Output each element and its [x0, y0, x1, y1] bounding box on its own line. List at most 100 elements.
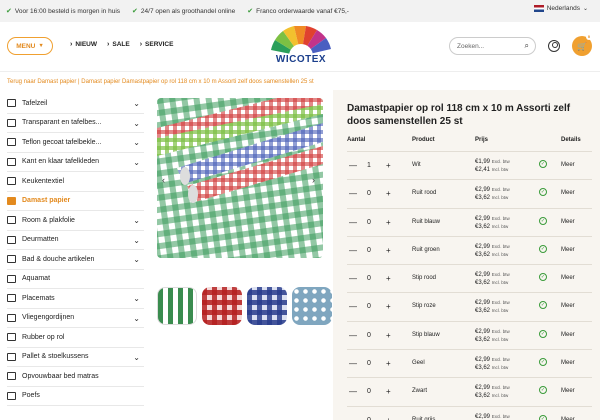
- variant-table: —1 + Wit €1,99 Excl. btw €2,41 Incl. btw ✓ Mee…: [347, 151, 592, 420]
- breadcrumb-path[interactable]: Damast papier Damastpapier op rol 118 cm…: [81, 79, 313, 85]
- decrease-button[interactable]: —: [349, 246, 357, 254]
- increase-button[interactable]: +: [386, 274, 391, 283]
- search-placeholder: Zoeken...: [457, 42, 485, 50]
- details-link[interactable]: Meer: [561, 190, 575, 196]
- sidebar-item-label: Aquamat: [22, 275, 51, 283]
- decrease-button[interactable]: —: [349, 218, 357, 226]
- search-input[interactable]: Zoeken... ⌕: [449, 37, 536, 55]
- nav-label: SALE: [112, 41, 130, 48]
- sidebar-item[interactable]: Kant en klaar tafelkleden ⌄: [7, 153, 144, 172]
- decrease-button[interactable]: —: [349, 331, 357, 339]
- search-icon[interactable]: ⌕: [525, 41, 529, 51]
- details-link[interactable]: Meer: [561, 219, 575, 225]
- sidebar-item[interactable]: Tafelzeil ⌄: [7, 94, 144, 114]
- breadcrumb-back-link[interactable]: Terug naar Damast papier: [7, 79, 76, 85]
- sidebar-item[interactable]: Aquamat: [7, 270, 144, 289]
- details-link[interactable]: Meer: [561, 162, 575, 168]
- increase-button[interactable]: +: [386, 359, 391, 368]
- sidebar-item-label: Kant en klaar tafelkleden: [22, 158, 100, 166]
- column-header-price: Prijs: [475, 137, 489, 143]
- details-link[interactable]: Meer: [561, 360, 575, 366]
- price-excl: €2,99: [475, 187, 491, 194]
- sidebar-item[interactable]: Deurmatten ⌄: [7, 231, 144, 250]
- quantity-value[interactable]: 0: [367, 190, 371, 197]
- quantity-value[interactable]: 0: [367, 388, 371, 395]
- chevron-right-icon[interactable]: ›: [312, 175, 315, 185]
- category-icon: [7, 274, 16, 283]
- quantity-value[interactable]: 0: [367, 247, 371, 254]
- thumbnail[interactable]: [247, 287, 287, 325]
- decrease-button[interactable]: —: [349, 303, 357, 311]
- sidebar-item[interactable]: Rubber op rol: [7, 328, 144, 348]
- quantity-value[interactable]: 1: [367, 162, 371, 169]
- chevron-down-icon[interactable]: ⌄: [133, 138, 140, 147]
- variant-price: €2,99 Excl. btw€3,62 Incl. btw: [475, 215, 510, 231]
- decrease-button[interactable]: —: [349, 388, 357, 396]
- sidebar-item[interactable]: Room & plakfolie ⌄: [7, 211, 144, 231]
- variant-name: Zwart: [412, 388, 427, 395]
- chevron-down-icon[interactable]: ⌄: [133, 353, 140, 362]
- quantity-value[interactable]: 0: [367, 303, 371, 310]
- increase-button[interactable]: +: [386, 161, 391, 170]
- chevron-down-icon[interactable]: ⌄: [133, 236, 140, 245]
- quantity-value[interactable]: 0: [367, 360, 371, 367]
- sidebar-item[interactable]: Pallet & stoelkussens ⌄: [7, 348, 144, 367]
- sidebar-item[interactable]: Teflon gecoat tafelbekle... ⌄: [7, 133, 144, 153]
- paper-rolls-image: [157, 98, 323, 258]
- category-icon: [7, 294, 16, 303]
- price-incl: €3,62: [475, 223, 491, 230]
- decrease-button[interactable]: —: [349, 275, 357, 283]
- sidebar-item[interactable]: Transparant en tafelbes... ⌄: [7, 114, 144, 133]
- nav-item-nieuw[interactable]: › NIEUW: [70, 41, 97, 48]
- sidebar-item[interactable]: Poefs: [7, 387, 144, 406]
- chevron-down-icon[interactable]: ⌄: [133, 158, 140, 167]
- details-link[interactable]: Meer: [561, 247, 575, 253]
- sidebar-item[interactable]: Damast papier: [7, 192, 144, 211]
- sidebar-item[interactable]: Vliegengordijnen ⌄: [7, 309, 144, 328]
- increase-button[interactable]: +: [386, 218, 391, 227]
- chevron-down-icon[interactable]: ⌄: [133, 255, 140, 264]
- sidebar-item[interactable]: Opvouwbaar bed matras: [7, 367, 144, 387]
- quantity-value[interactable]: 0: [367, 332, 371, 339]
- details-link[interactable]: Meer: [561, 388, 575, 394]
- details-link[interactable]: Meer: [561, 275, 575, 281]
- chevron-down-icon[interactable]: ⌄: [133, 216, 140, 225]
- price-excl: €2,99: [475, 215, 491, 222]
- language-selector[interactable]: Nederlands ⌄: [533, 5, 588, 12]
- category-icon: [7, 255, 16, 264]
- thumbnail[interactable]: [157, 287, 197, 325]
- increase-button[interactable]: +: [386, 189, 391, 198]
- decrease-button[interactable]: —: [349, 162, 357, 170]
- increase-button[interactable]: +: [386, 302, 391, 311]
- details-link[interactable]: Meer: [561, 332, 575, 338]
- decrease-button[interactable]: —: [349, 360, 357, 368]
- quantity-value[interactable]: 0: [367, 219, 371, 226]
- sidebar-item[interactable]: Placemats ⌄: [7, 289, 144, 309]
- category-icon: [7, 352, 16, 361]
- increase-button[interactable]: +: [386, 331, 391, 340]
- sidebar-item[interactable]: Keukentextiel: [7, 172, 144, 192]
- logo[interactable]: WICOTEX: [262, 25, 340, 68]
- in-stock-check-icon: ✓: [539, 216, 547, 225]
- thumbnail[interactable]: [202, 287, 242, 325]
- increase-button[interactable]: +: [386, 246, 391, 255]
- nav-item-sale[interactable]: › SALE: [107, 41, 130, 48]
- chevron-down-icon[interactable]: ⌄: [133, 314, 140, 323]
- increase-button[interactable]: +: [386, 416, 391, 420]
- quantity-value[interactable]: 0: [367, 275, 371, 282]
- sidebar-item[interactable]: Bad & douche artikelen ⌄: [7, 250, 144, 270]
- chevron-down-icon[interactable]: ⌄: [133, 294, 140, 303]
- increase-button[interactable]: +: [386, 387, 391, 396]
- chevron-down-icon[interactable]: ⌄: [133, 99, 140, 108]
- account-icon[interactable]: [548, 40, 560, 52]
- chevron-down-icon[interactable]: ⌄: [133, 119, 140, 128]
- menu-button[interactable]: MENU ▼: [7, 37, 53, 55]
- decrease-button[interactable]: —: [349, 190, 357, 198]
- details-link[interactable]: Meer: [561, 303, 575, 309]
- chevron-left-icon[interactable]: ‹: [162, 175, 165, 185]
- price-excl: €2,99: [475, 413, 491, 420]
- nav-item-service[interactable]: › SERVICE: [140, 41, 174, 48]
- price-incl: €3,62: [475, 336, 491, 343]
- product-image[interactable]: [157, 98, 323, 258]
- thumbnail[interactable]: [292, 287, 332, 325]
